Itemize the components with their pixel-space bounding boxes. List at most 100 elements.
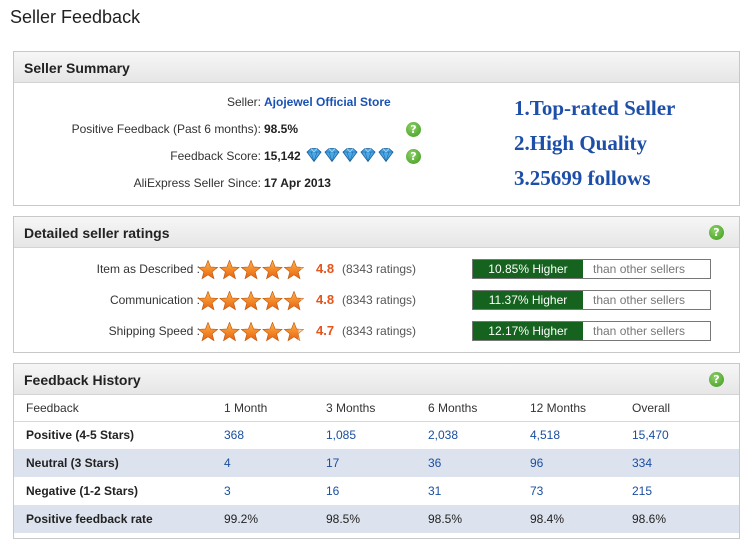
rating-compare-value: 12.17% Higher: [473, 322, 583, 340]
seller-since-value: 17 Apr 2013: [264, 176, 331, 190]
diamond-icon: [342, 148, 358, 163]
history-cell: 98.6%: [632, 505, 739, 533]
diamond-icon: [306, 148, 322, 163]
history-row-rate: Positive feedback rate 99.2% 98.5% 98.5%…: [14, 505, 739, 533]
history-help-icon[interactable]: ?: [709, 372, 724, 387]
history-cell[interactable]: 2,038: [428, 421, 530, 449]
history-cell[interactable]: 17: [326, 449, 428, 477]
rating-compare-value: 10.85% Higher: [473, 260, 583, 278]
history-cell: 98.5%: [428, 505, 530, 533]
feedback-history-heading: Feedback History: [24, 372, 141, 388]
rating-count: (8343 ratings): [342, 262, 417, 276]
page-title: Seller Feedback: [10, 7, 141, 27]
history-row-label: Neutral (3 Stars): [14, 449, 224, 477]
history-cell[interactable]: 1,085: [326, 421, 428, 449]
rating-compare-box: 10.85% Higher than other sellers: [472, 259, 711, 279]
history-cell[interactable]: 215: [632, 477, 739, 505]
history-row-neutral: Neutral (3 Stars) 4 17 36 96 334: [14, 449, 739, 477]
feedback-history-table: Feedback 1 Month 3 Months 6 Months 12 Mo…: [14, 396, 739, 533]
history-cell[interactable]: 73: [530, 477, 632, 505]
star-icon: [219, 260, 240, 280]
rating-score: 4.8: [316, 292, 335, 307]
history-row-positive: Positive (4-5 Stars) 368 1,085 2,038 4,5…: [14, 421, 739, 449]
history-col-3-months: 3 Months: [326, 396, 428, 422]
star-icon: [262, 291, 283, 311]
feedback-history-title: Feedback History ?: [14, 364, 739, 395]
detailed-ratings-panel: Detailed seller ratings ? Item as Descri…: [13, 216, 740, 353]
star-icon: [240, 260, 262, 280]
history-cell[interactable]: 36: [428, 449, 530, 477]
diamond-rank-icons: [305, 148, 397, 167]
diamond-icon: [378, 148, 394, 163]
seller-store-link[interactable]: Ajojewel Official Store: [264, 93, 391, 111]
history-col-1-month: 1 Month: [224, 396, 326, 422]
history-cell: 98.4%: [530, 505, 632, 533]
star-icon: [262, 260, 283, 280]
ratings-help-icon[interactable]: ?: [709, 225, 724, 240]
positive-feedback-help-icon[interactable]: ?: [406, 122, 421, 137]
feedback-score-help-icon[interactable]: ?: [406, 149, 421, 164]
star-icon: [283, 291, 301, 311]
rating-compare-text: than other sellers: [593, 293, 686, 307]
star-icon: [240, 291, 262, 311]
seller-label: Seller:: [226, 95, 261, 109]
history-cell[interactable]: 16: [326, 477, 428, 505]
feedback-score-row: Feedback Score:: [14, 147, 261, 165]
history-cell[interactable]: 15,470: [632, 421, 739, 449]
history-cell[interactable]: 334: [632, 449, 739, 477]
feedback-score-value: 15,142: [264, 147, 397, 167]
star-icon: [219, 322, 240, 342]
seller-summary-panel: Seller Summary Seller: Ajojewel Official…: [13, 51, 740, 206]
history-col-overall: Overall: [632, 396, 739, 422]
star-icon: [197, 291, 219, 311]
rating-stars: [197, 290, 307, 316]
star-icon: [283, 260, 301, 280]
history-cell[interactable]: 368: [224, 421, 326, 449]
rating-compare-box: 12.17% Higher than other sellers: [472, 321, 711, 341]
history-cell[interactable]: 31: [428, 477, 530, 505]
star-icon: [197, 322, 219, 342]
seller-summary-title: Seller Summary: [14, 52, 739, 83]
positive-feedback-label: Positive Feedback (Past 6 months):: [71, 122, 261, 136]
rating-score: 4.8: [316, 261, 335, 276]
star-icon: [262, 322, 283, 342]
history-cell[interactable]: 4: [224, 449, 326, 477]
rating-stars: [197, 321, 307, 347]
rating-stars: [197, 259, 307, 285]
positive-feedback-value: 98.5%: [264, 122, 299, 136]
rating-compare-box: 11.37% Higher than other sellers: [472, 290, 711, 310]
history-row-label: Positive feedback rate: [14, 505, 224, 533]
feedback-score-label: Feedback Score:: [170, 149, 261, 163]
rating-score: 4.7: [316, 323, 335, 338]
rating-compare-text: than other sellers: [593, 262, 686, 276]
diamond-icon: [324, 148, 340, 163]
feedback-score-number: 15,142: [264, 149, 301, 163]
positive-feedback-row: Positive Feedback (Past 6 months):: [14, 120, 261, 138]
history-header-row: Feedback 1 Month 3 Months 6 Months 12 Mo…: [14, 396, 739, 422]
history-cell[interactable]: 3: [224, 477, 326, 505]
detailed-ratings-title: Detailed seller ratings ?: [14, 217, 739, 248]
rating-label: Shipping Speed :: [108, 324, 200, 338]
seller-since-label: AliExpress Seller Since:: [133, 176, 261, 190]
history-row-negative: Negative (1-2 Stars) 3 16 31 73 215: [14, 477, 739, 505]
history-cell: 98.5%: [326, 505, 428, 533]
star-icon: [240, 322, 262, 342]
feedback-history-panel: Feedback History ? Feedback 1 Month 3 Mo…: [13, 363, 740, 539]
rating-count: (8343 ratings): [342, 293, 417, 307]
history-col-12-months: 12 Months: [530, 396, 632, 422]
rating-count: (8343 ratings): [342, 324, 417, 338]
history-cell[interactable]: 4,518: [530, 421, 632, 449]
history-col-6-months: 6 Months: [428, 396, 530, 422]
highlight-high-quality: 2.High Quality: [514, 131, 648, 155]
rating-compare-value: 11.37% Higher: [473, 291, 583, 309]
diamond-icon: [360, 148, 376, 163]
history-cell: 99.2%: [224, 505, 326, 533]
rating-label: Item as Described :: [96, 262, 200, 276]
history-col-feedback: Feedback: [14, 396, 224, 422]
rating-label: Communication :: [109, 293, 200, 307]
highlight-follows: 3.25699 follows: [514, 166, 651, 190]
history-row-label: Negative (1-2 Stars): [26, 484, 139, 498]
history-cell[interactable]: 96: [530, 449, 632, 477]
star-icon: [219, 291, 240, 311]
highlight-top-rated: 1.Top-rated Seller: [514, 96, 676, 120]
